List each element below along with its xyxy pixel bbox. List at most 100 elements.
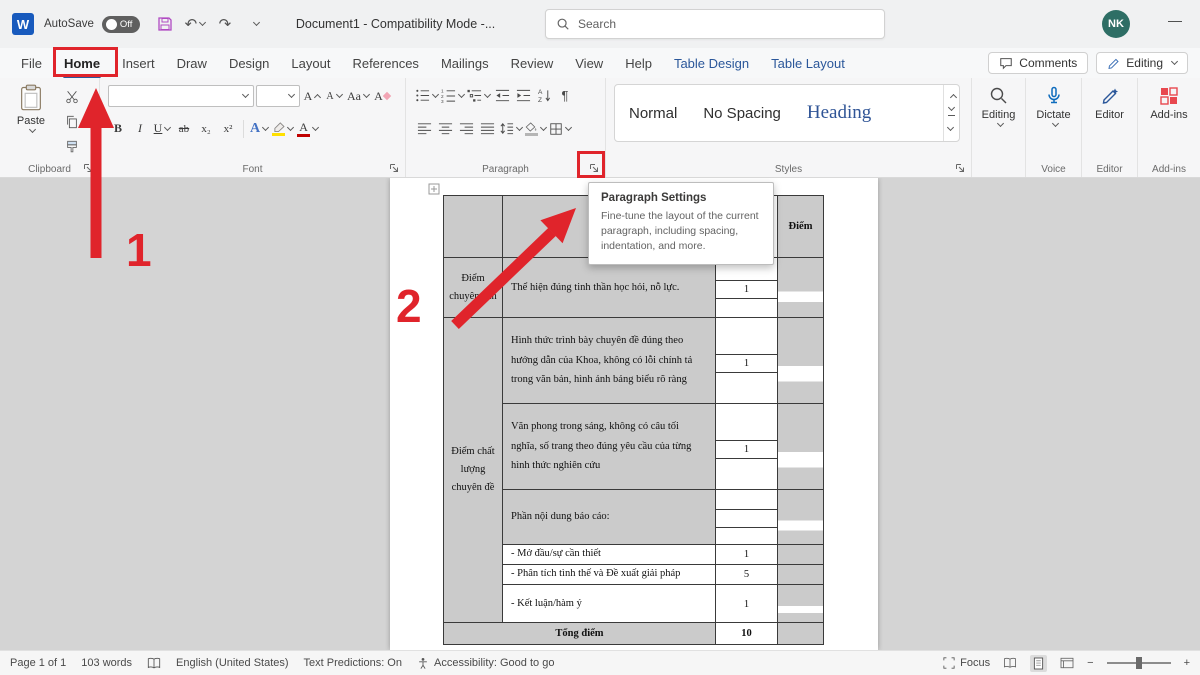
quick-access-overflow-button[interactable] [242,11,268,37]
tab-mailings[interactable]: Mailings [430,48,500,78]
editing-button[interactable]: Editing [972,86,1025,126]
page-indicator[interactable]: Page 1 of 1 [10,657,66,669]
table-cell-score[interactable] [778,318,824,404]
table-cell-quality-label[interactable]: Điểm chất lượng chuyên đề [444,318,503,623]
read-mode-button[interactable] [1003,657,1017,669]
dictate-button[interactable]: Dictate [1026,86,1081,126]
tab-file[interactable]: File [10,48,53,78]
table-cell-quality-desc-5[interactable]: - Kết luận/hàm ý [503,585,716,623]
addins-button[interactable]: Add-ins [1138,86,1200,121]
table-cell-score[interactable] [778,404,824,490]
proofing-status[interactable] [147,657,161,670]
tab-insert[interactable]: Insert [111,48,166,78]
styles-gallery-scroll[interactable] [943,85,959,141]
save-button[interactable] [152,11,178,37]
table-cell-quality-desc-4[interactable]: - Phân tích tình thế và Đề xuất giải phá… [503,565,716,585]
paste-button[interactable]: Paste [10,84,52,158]
table-cell-attendance-label[interactable]: Điểm chuyên cần [444,258,503,318]
tab-home[interactable]: Home [53,48,111,78]
table-move-handle[interactable] [428,182,440,200]
align-left-button[interactable] [414,118,434,139]
table-cell-quality-value-0[interactable]: 1 [716,318,778,404]
table-cell-score[interactable] [778,565,824,585]
table-cell-quality-desc-1[interactable]: Văn phong trong sáng, không có câu tối n… [503,404,716,490]
line-spacing-button[interactable] [498,118,523,139]
table-cell-quality-value-3[interactable]: 1 [716,545,778,565]
table-cell-quality-desc-3[interactable]: - Mở đầu/sự cần thiết [503,545,716,565]
search-box[interactable]: Search [545,9,885,39]
styles-dialog-launcher[interactable] [955,161,967,173]
style-no-spacing[interactable]: No Spacing [703,105,781,122]
bold-button[interactable]: B [108,118,128,139]
table-cell-score[interactable] [778,585,824,623]
zoom-slider[interactable] [1107,662,1171,664]
multilevel-list-button[interactable] [466,85,491,106]
grow-font-button[interactable]: A [302,86,322,107]
subscript-button[interactable]: x₂ [196,118,216,139]
copy-button[interactable] [62,111,82,132]
format-painter-button[interactable] [62,136,82,157]
table-cell-total-label[interactable]: Tổng điểm [444,623,716,645]
paragraph-dialog-launcher[interactable] [589,161,601,173]
align-center-button[interactable] [435,118,455,139]
table-cell-total-value[interactable]: 10 [716,623,778,645]
editing-mode-button[interactable]: Editing [1096,52,1188,74]
table-cell-quality-desc-0[interactable]: Hình thức trình bày chuyên đề đúng theo … [503,318,716,404]
shading-button[interactable] [524,118,547,139]
print-layout-button[interactable] [1030,655,1047,672]
highlight-button[interactable] [271,118,294,139]
tab-references[interactable]: References [341,48,429,78]
language-indicator[interactable]: English (United States) [176,657,289,669]
change-case-button[interactable]: Aa [346,86,370,107]
redo-button[interactable]: ↷ [212,11,238,37]
zoom-slider-thumb[interactable] [1136,657,1142,669]
increase-indent-button[interactable] [513,85,533,106]
tab-table-design[interactable]: Table Design [663,48,760,78]
italic-button[interactable]: I [130,118,150,139]
clipboard-dialog-launcher[interactable] [83,161,95,173]
table-cell-quality-value-1[interactable]: 1 [716,404,778,490]
zoom-in-button[interactable]: + [1184,657,1190,669]
autosave-toggle[interactable]: Off [102,16,140,33]
table-cell-attendance-desc[interactable]: Thể hiện đúng tinh thần học hỏi, nỗ lực. [503,258,716,318]
tab-layout[interactable]: Layout [280,48,341,78]
underline-button[interactable]: U [152,118,172,139]
align-right-button[interactable] [456,118,476,139]
table-cell-quality-value-2[interactable] [716,490,778,545]
strikethrough-button[interactable]: ab [174,118,194,139]
justify-button[interactable] [477,118,497,139]
table-cell-attendance-value[interactable]: 1 [716,258,778,318]
text-predictions[interactable]: Text Predictions: On [304,657,402,669]
table-cell-score[interactable] [778,545,824,565]
font-color-button[interactable]: A [296,118,319,139]
table-cell-quality-desc-2[interactable]: Phần nội dung báo cáo: [503,490,716,545]
account-avatar[interactable]: NK [1102,10,1130,38]
font-size-combo[interactable] [256,85,300,107]
style-heading[interactable]: Heading [807,102,871,124]
tab-review[interactable]: Review [500,48,565,78]
table-cell-quality-value-4[interactable]: 5 [716,565,778,585]
cut-button[interactable] [62,86,82,107]
table-cell-score[interactable] [778,623,824,645]
tab-table-layout[interactable]: Table Layout [760,48,856,78]
tab-view[interactable]: View [564,48,614,78]
borders-button[interactable] [548,118,572,139]
word-count[interactable]: 103 words [81,657,132,669]
editor-button[interactable]: Editor [1082,86,1137,121]
comments-button[interactable]: Comments [988,52,1088,74]
zoom-out-button[interactable]: − [1087,657,1093,669]
tab-draw[interactable]: Draw [166,48,218,78]
table-cell-quality-value-5[interactable]: 1 [716,585,778,623]
web-layout-button[interactable] [1060,657,1074,669]
sort-button[interactable]: AZ [534,85,554,106]
superscript-button[interactable]: x² [218,118,238,139]
table-cell-score-header[interactable]: Điểm [778,196,824,258]
text-effects-button[interactable]: A [249,118,269,139]
accessibility-status[interactable]: Accessibility: Good to go [417,657,554,670]
focus-button[interactable]: Focus [943,657,990,669]
undo-button[interactable]: ↶ [182,11,208,37]
bullets-button[interactable] [414,85,439,106]
font-name-combo[interactable] [108,85,254,107]
clear-formatting-button[interactable]: A [372,86,392,107]
style-normal[interactable]: Normal [629,105,677,122]
